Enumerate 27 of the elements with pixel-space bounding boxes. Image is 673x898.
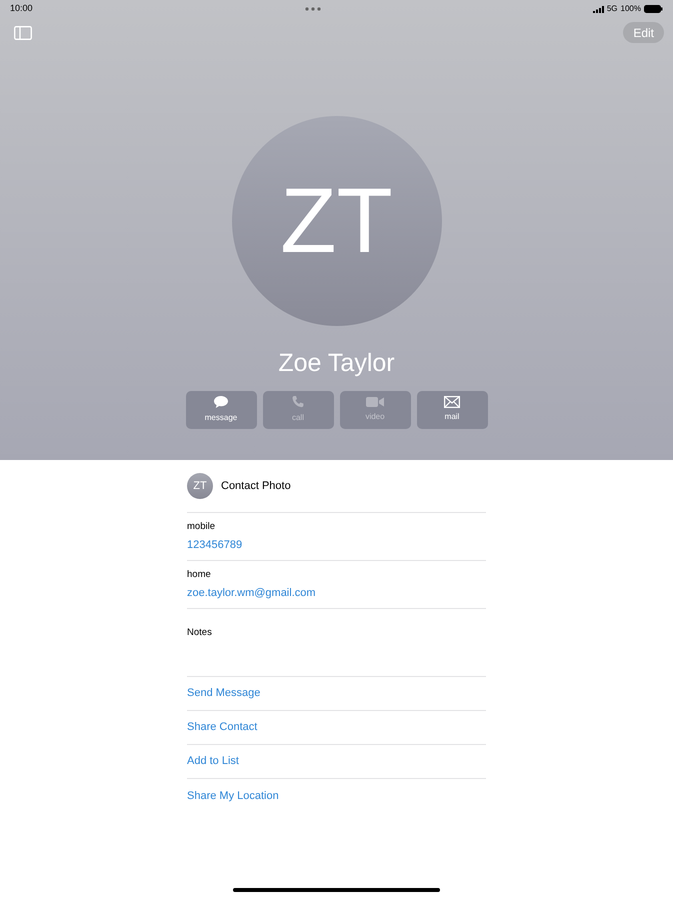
status-time: 10:00 [10, 2, 33, 16]
battery-percent: 100% [620, 3, 641, 15]
signal-icon [592, 6, 604, 12]
speech-bubble-icon [213, 395, 229, 409]
battery-icon [644, 5, 663, 13]
avatar-initials: ZT [280, 169, 393, 274]
sidebar-toggle-icon[interactable] [14, 26, 32, 40]
network-label: 5G [606, 3, 618, 15]
action-link[interactable]: Add to List [187, 753, 239, 770]
field-value-link[interactable]: zoe.taylor.wm@gmail.com [187, 584, 486, 602]
contact-name: Zoe Taylor [278, 348, 395, 379]
field-label: home [187, 568, 212, 582]
video-camera-icon [366, 396, 384, 408]
field-label: mobile [187, 520, 216, 534]
phone-icon [291, 395, 305, 409]
envelope-icon [444, 396, 460, 408]
action-button[interactable]: message [186, 390, 256, 428]
notes-label: Notes [187, 627, 212, 638]
action-link[interactable]: Share Contact [187, 719, 258, 736]
contact-photo-avatar: ZT [187, 473, 213, 499]
more-dots-icon [304, 7, 321, 11]
action-link[interactable]: Share My Location [187, 788, 279, 804]
contact-photo-label: Contact Photo [221, 478, 291, 494]
edit-button[interactable]: Edit [623, 22, 664, 43]
action-link[interactable]: Send Message [187, 685, 260, 702]
action-button[interactable]: mail [416, 390, 488, 428]
field-value-link[interactable]: 123456789 [187, 536, 486, 554]
